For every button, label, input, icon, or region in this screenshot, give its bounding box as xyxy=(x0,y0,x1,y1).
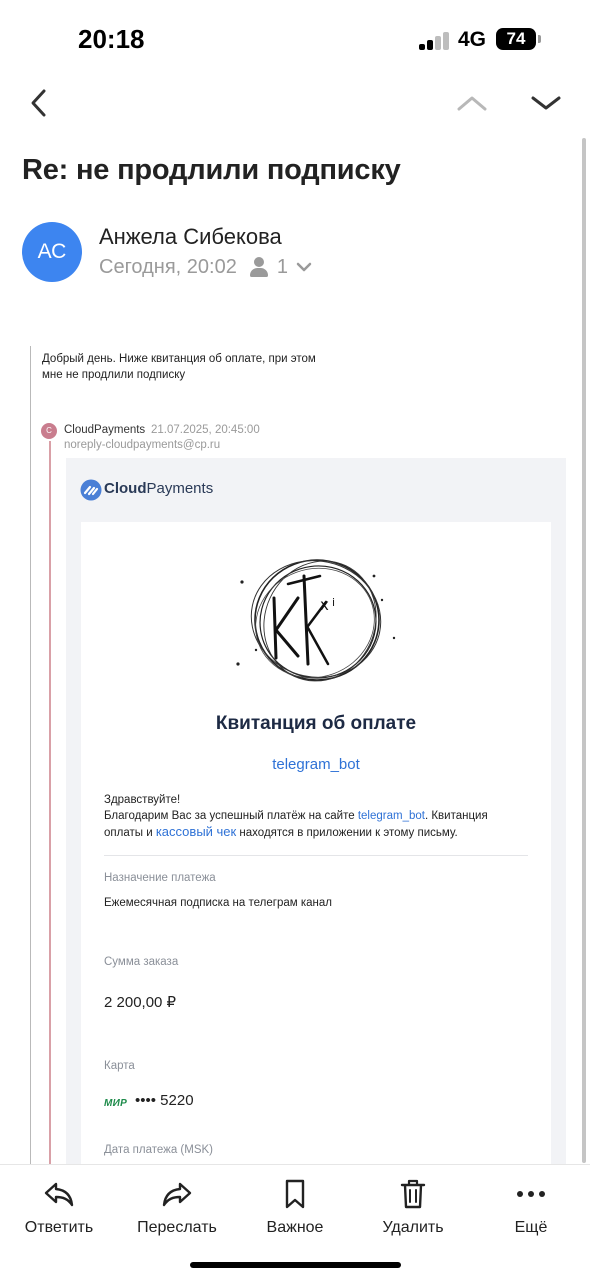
chevron-up-icon xyxy=(457,96,487,111)
card-number: •••• 5220 xyxy=(135,1092,194,1109)
email-date: Сегодня, 20:02 xyxy=(99,255,237,278)
receipt-torn-edge xyxy=(81,522,551,530)
svg-text:x: x xyxy=(320,596,329,614)
previous-email-button[interactable] xyxy=(452,86,492,120)
forward-button[interactable]: Переслать xyxy=(122,1177,232,1237)
sender-name[interactable]: Анжела Сибекова xyxy=(99,224,282,250)
important-button[interactable]: Важное xyxy=(240,1177,350,1237)
purpose-value: Ежемесячная подписка на телеграм канал xyxy=(104,897,332,909)
quote-line xyxy=(30,346,31,1166)
cloudpayments-brand: CloudPayments xyxy=(104,480,214,497)
receipt-title: Квитанция об оплате xyxy=(215,713,417,734)
merchant-logo-image: x i xyxy=(236,559,396,682)
recipients-count: 1 xyxy=(276,255,288,278)
back-button[interactable] xyxy=(22,84,62,124)
email-meta[interactable]: Сегодня, 20:02 1 xyxy=(99,254,312,280)
forwarded-sender-email[interactable]: noreply-cloudpayments@cp.ru xyxy=(64,439,220,451)
chevron-left-icon xyxy=(31,89,46,117)
delete-label: Удалить xyxy=(382,1219,444,1236)
important-label: Важное xyxy=(266,1219,324,1236)
amount-label: Сумма заказа xyxy=(104,956,179,968)
greeting: Здравствуйте! xyxy=(104,794,181,806)
signal-icon xyxy=(419,32,451,50)
site-link[interactable]: telegram_bot xyxy=(358,810,425,822)
status-bar: 20:18 4G 74 xyxy=(0,0,590,80)
forward-icon xyxy=(162,1182,192,1207)
reply-icon xyxy=(44,1182,74,1207)
svg-text:i: i xyxy=(332,596,335,609)
trash-icon xyxy=(400,1179,426,1209)
bookmark-icon xyxy=(285,1179,305,1209)
divider xyxy=(104,855,528,856)
next-email-button[interactable] xyxy=(528,86,568,120)
more-button[interactable]: Ещё xyxy=(476,1177,586,1237)
home-indicator[interactable] xyxy=(190,1262,401,1268)
payment-date-label: Дата платежа (MSK) xyxy=(104,1144,214,1156)
receipt-message: Здравствуйте! Благодарим Вас за успешный… xyxy=(104,792,534,841)
status-time: 20:18 xyxy=(78,24,145,54)
email-subject: Re: не продлили подписку xyxy=(22,154,401,186)
chevron-down-icon xyxy=(296,262,312,272)
forwarded-sender-name: CloudPayments xyxy=(64,424,146,436)
purpose-label: Назначение платежа xyxy=(104,872,216,884)
scrollbar[interactable] xyxy=(582,138,586,1163)
sender-avatar[interactable]: АС xyxy=(22,222,82,282)
attachment-line: оплаты и кассовый чек находятся в прилож… xyxy=(104,824,458,839)
chevron-down-icon xyxy=(531,96,561,110)
forwarded-quote-line xyxy=(49,441,51,1166)
reply-button[interactable]: Ответить xyxy=(4,1177,114,1237)
forwarded-sender-avatar: C xyxy=(41,423,57,439)
fiscal-receipt-link[interactable]: кассовый чек xyxy=(156,824,236,839)
battery-icon: 74 xyxy=(496,28,541,50)
card-label: Карта xyxy=(104,1060,135,1072)
forward-label: Переслать xyxy=(137,1219,217,1236)
cloudpayments-logo-icon xyxy=(80,479,102,501)
quoted-message: Добрый день. Ниже квитанция об оплате, п… xyxy=(42,352,342,383)
thanks-line: Благодарим Вас за успешный платёж на сай… xyxy=(104,810,488,822)
reply-label: Ответить xyxy=(24,1219,94,1236)
more-label: Ещё xyxy=(514,1219,548,1236)
delete-button[interactable]: Удалить xyxy=(358,1177,468,1237)
quoted-line-2: мне не продлили подписку xyxy=(42,368,186,381)
amount-value: 2 200,00 ₽ xyxy=(104,994,177,1011)
network-type: 4G xyxy=(458,28,487,51)
merchant-link[interactable]: telegram_bot xyxy=(81,756,551,773)
forwarded-date: 21.07.2025, 20:45:00 xyxy=(151,424,260,436)
quoted-line-1: Добрый день. Ниже квитанция об оплате, п… xyxy=(42,353,316,365)
mir-card-icon: МИР xyxy=(104,1098,128,1109)
person-icon xyxy=(249,256,269,278)
more-dots-icon xyxy=(517,1191,545,1197)
